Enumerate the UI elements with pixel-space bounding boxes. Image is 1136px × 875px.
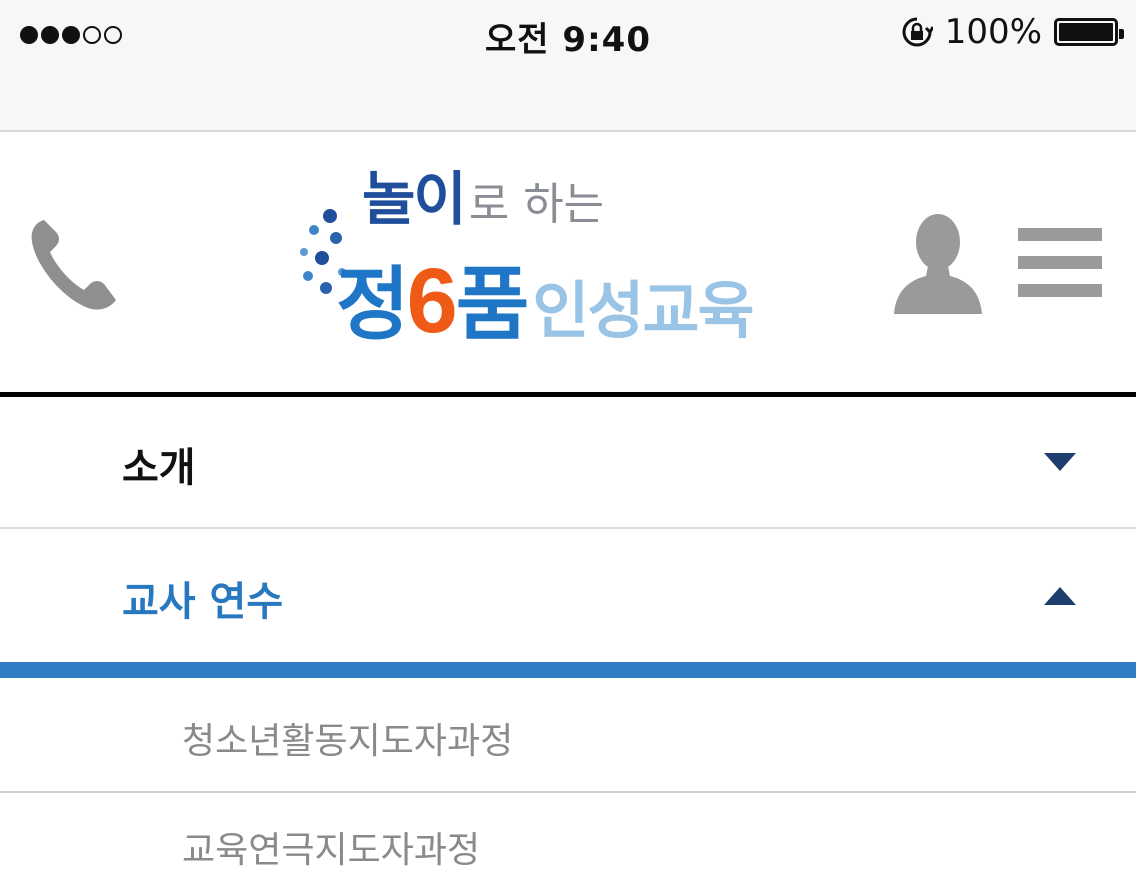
logo-text-jeong: 정 <box>336 258 410 351</box>
submenu-item-drama-education-leader[interactable]: 교육연극지도자과정 <box>0 795 1136 875</box>
logo-text-six: 6 <box>406 250 458 352</box>
submenu-divider <box>0 662 1136 678</box>
menu-item-label: 교사 연수 <box>122 579 284 625</box>
rotation-lock-icon <box>901 16 933 48</box>
battery-percent: 100% <box>944 12 1042 52</box>
site-header: 놀이로 하는 정6품인성교육 <box>0 132 1136 397</box>
menu-item-intro[interactable]: 소개 <box>0 397 1136 529</box>
chevron-down-icon <box>1044 453 1076 471</box>
battery-icon <box>1054 18 1124 46</box>
submenu-item-label: 청소년활동지도자과정 <box>182 721 514 762</box>
submenu-item-label: 교육연극지도자과정 <box>182 830 481 871</box>
submenu-item-youth-activity-leader[interactable]: 청소년활동지도자과정 <box>0 678 1136 793</box>
logo-text-character-education: 인성교육 <box>532 274 754 347</box>
logo-text-play: 놀이 <box>362 165 467 233</box>
status-bar: 오전 9:40 100% <box>0 0 1136 132</box>
logo-text-pum: 품 <box>455 258 530 351</box>
site-logo[interactable]: 놀이로 하는 정6품인성교육 <box>292 152 762 362</box>
user-icon[interactable] <box>892 210 984 314</box>
menu-item-teacher-training[interactable]: 교사 연수 <box>0 531 1136 662</box>
chevron-up-icon <box>1044 587 1076 605</box>
phone-icon[interactable] <box>26 214 122 314</box>
logo-text-with: 로 하는 <box>468 179 605 230</box>
menu-item-label: 소개 <box>122 445 196 491</box>
hamburger-menu-icon[interactable] <box>1018 228 1102 298</box>
